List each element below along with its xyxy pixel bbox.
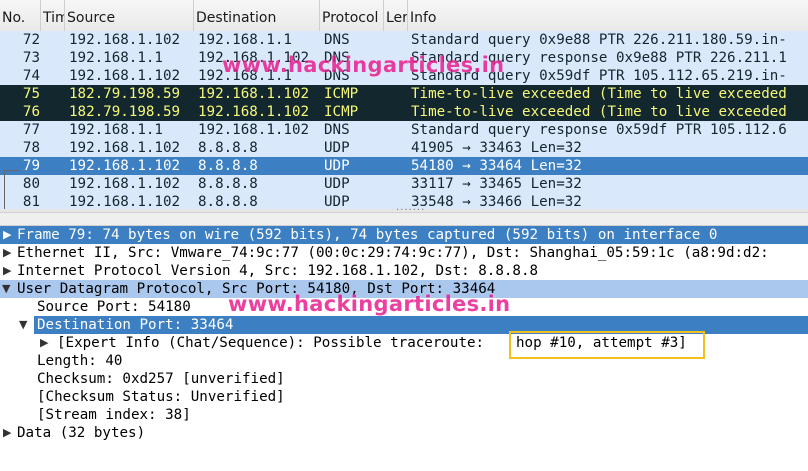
packet-row[interactable]: 74 192.168.1.102 192.168.1.1 DNS Standard qu… — [0, 67, 808, 85]
packet-cell-info: Standard query 0x59df PTR 105.112.65.219… — [411, 68, 787, 84]
tree-item-udp[interactable]: ▼ User Datagram Protocol, Src Port: 5418… — [0, 280, 808, 298]
triangle-right-icon[interactable]: ▶ — [3, 424, 17, 442]
tree-item-stream-index-label: [Stream index: 38] — [37, 407, 191, 423]
tree-item-frame-label: Frame 79: 74 bytes on wire (592 bits), 7… — [17, 227, 718, 243]
packet-cell-source: 192.168.1.102 — [69, 158, 181, 174]
tree-item-src-port-label: Source Port: 54180 — [37, 299, 191, 315]
tree-item-checksum-status[interactable]: [Checksum Status: Unverified] — [0, 388, 808, 406]
packet-list-header: No. Tim Source Destination Protocol Ler … — [0, 0, 808, 32]
packet-cell-source: 192.168.1.1 — [69, 122, 163, 138]
packet-cell-protocol: ICMP — [324, 104, 359, 120]
packet-cell-protocol: DNS — [324, 32, 350, 48]
packet-cell-protocol: DNS — [324, 50, 350, 66]
column-header-info[interactable]: Info — [408, 0, 808, 31]
tree-item-length-label: Length: 40 — [37, 353, 123, 369]
column-header-protocol[interactable]: Protocol — [320, 0, 384, 31]
packet-cell-protocol: DNS — [324, 68, 350, 84]
packet-cell-info: Standard query 0x9e88 PTR 226.211.180.59… — [411, 32, 787, 48]
tree-item-checksum[interactable]: Checksum: 0xd257 [unverified] — [0, 370, 808, 388]
packet-cell-destination: 192.168.1.1 — [198, 68, 292, 84]
column-header-no[interactable]: No. — [0, 0, 41, 31]
tree-item-ethernet-label: Ethernet II, Src: Vmware_74:9c:77 (00:0c… — [17, 245, 769, 261]
triangle-right-icon[interactable]: ▶ — [3, 262, 17, 280]
packet-cell-source: 182.79.198.59 — [69, 86, 181, 102]
packet-cell-protocol: UDP — [324, 158, 350, 174]
column-header-source[interactable]: Source — [65, 0, 194, 31]
splitter-grip-icon: ······· — [396, 205, 426, 216]
related-packet-indicator — [4, 170, 19, 211]
packet-cell-destination: 8.8.8.8 — [198, 176, 258, 192]
packet-cell-destination: 192.168.1.102 — [198, 104, 310, 120]
packet-cell-source: 182.79.198.59 — [69, 104, 181, 120]
column-header-time[interactable]: Tim — [41, 0, 65, 31]
packet-cell-destination: 8.8.8.8 — [198, 158, 258, 174]
packet-cell-protocol: UDP — [324, 140, 350, 156]
tree-item-stream-index[interactable]: [Stream index: 38] — [0, 406, 808, 424]
packet-cell-no: 73 — [22, 50, 40, 66]
packet-row[interactable]: 72 192.168.1.102 192.168.1.1 DNS Standard qu… — [0, 31, 808, 49]
packet-cell-no: 72 — [22, 32, 40, 48]
packet-details-tree[interactable]: ▶ Frame 79: 74 bytes on wire (592 bits),… — [0, 226, 808, 471]
packet-cell-info: Standard query response 0x59df PTR 105.1… — [411, 122, 787, 138]
packet-cell-info: 54180 → 33464 Len=32 — [411, 158, 582, 174]
tree-item-src-port[interactable]: Source Port: 54180 — [0, 298, 808, 316]
triangle-right-icon[interactable]: ▶ — [3, 226, 17, 244]
packet-cell-no: 78 — [22, 140, 40, 156]
tree-item-checksum-status-label: [Checksum Status: Unverified] — [37, 389, 285, 405]
packet-cell-destination: 192.168.1.102 — [198, 122, 310, 138]
pane-splitter[interactable]: ······· — [0, 205, 808, 226]
packet-rows: 72 192.168.1.102 192.168.1.1 DNS Standard qu… — [0, 31, 808, 211]
packet-row[interactable]: 78 192.168.1.102 8.8.8.8 UDP 41905 → 33463 L… — [0, 139, 808, 157]
packet-row[interactable]: 79 192.168.1.102 8.8.8.8 UDP 54180 → 33464 L… — [0, 157, 808, 175]
packet-cell-protocol: DNS — [324, 122, 350, 138]
packet-cell-source: 192.168.1.102 — [69, 32, 181, 48]
tree-item-checksum-label: Checksum: 0xd257 [unverified] — [37, 371, 285, 387]
packet-cell-info: Standard query response 0x9e88 PTR 226.2… — [411, 50, 787, 66]
packet-cell-destination: 192.168.1.102 — [198, 50, 310, 66]
packet-cell-info: 41905 → 33463 Len=32 — [411, 140, 582, 156]
packet-cell-protocol: ICMP — [324, 86, 359, 102]
triangle-right-icon[interactable]: ▶ — [40, 334, 54, 352]
packet-cell-info: Time-to-live exceeded (Time to live exce… — [411, 104, 787, 120]
packet-cell-source: 192.168.1.102 — [69, 140, 181, 156]
packet-list[interactable]: No. Tim Source Destination Protocol Ler … — [0, 0, 808, 212]
tree-item-ip-label: Internet Protocol Version 4, Src: 192.16… — [17, 263, 539, 279]
packet-row[interactable]: 73 192.168.1.1 192.168.1.102 DNS Standard qu… — [0, 49, 808, 67]
packet-row[interactable]: 76 182.79.198.59 192.168.1.102 ICMP Time-to-… — [0, 103, 808, 121]
packet-row[interactable]: 77 192.168.1.1 192.168.1.102 DNS Standard qu… — [0, 121, 808, 139]
packet-cell-source: 192.168.1.102 — [69, 176, 181, 192]
packet-cell-destination: 8.8.8.8 — [198, 140, 258, 156]
tree-item-frame[interactable]: ▶ Frame 79: 74 bytes on wire (592 bits),… — [0, 226, 808, 244]
column-header-destination[interactable]: Destination — [194, 0, 320, 31]
expert-info-prefix: [Expert Info (Chat/Sequence): Possible t… — [57, 335, 485, 351]
column-header-length[interactable]: Ler — [384, 0, 408, 31]
packet-cell-no: 76 — [22, 104, 40, 120]
packet-row[interactable]: 80 192.168.1.102 8.8.8.8 UDP 33117 → 33465 L… — [0, 175, 808, 193]
triangle-down-icon[interactable]: ▼ — [19, 316, 33, 334]
packet-cell-no: 75 — [22, 86, 40, 102]
packet-row[interactable]: 75 182.79.198.59 192.168.1.102 ICMP Time-to-… — [0, 85, 808, 103]
tree-item-ip[interactable]: ▶ Internet Protocol Version 4, Src: 192.… — [0, 262, 808, 280]
packet-cell-info: 33117 → 33465 Len=32 — [411, 176, 582, 192]
packet-cell-protocol: UDP — [324, 176, 350, 192]
tree-item-length[interactable]: Length: 40 — [0, 352, 808, 370]
packet-cell-destination: 192.168.1.1 — [198, 32, 292, 48]
packet-cell-destination: 192.168.1.102 — [198, 86, 310, 102]
packet-cell-source: 192.168.1.1 — [69, 50, 163, 66]
triangle-down-icon[interactable]: ▼ — [2, 280, 16, 298]
packet-cell-info: Time-to-live exceeded (Time to live exce… — [411, 86, 787, 102]
tree-item-data-label: Data (32 bytes) — [17, 425, 146, 441]
packet-cell-no: 77 — [22, 122, 40, 138]
tree-item-udp-label: User Datagram Protocol, Src Port: 54180,… — [17, 281, 496, 297]
tree-item-data[interactable]: ▶ Data (32 bytes) — [0, 424, 808, 442]
packet-cell-no: 74 — [22, 68, 40, 84]
tree-item-ethernet[interactable]: ▶ Ethernet II, Src: Vmware_74:9c:77 (00:… — [0, 244, 808, 262]
triangle-right-icon[interactable]: ▶ — [3, 244, 17, 262]
packet-cell-source: 192.168.1.102 — [69, 68, 181, 84]
